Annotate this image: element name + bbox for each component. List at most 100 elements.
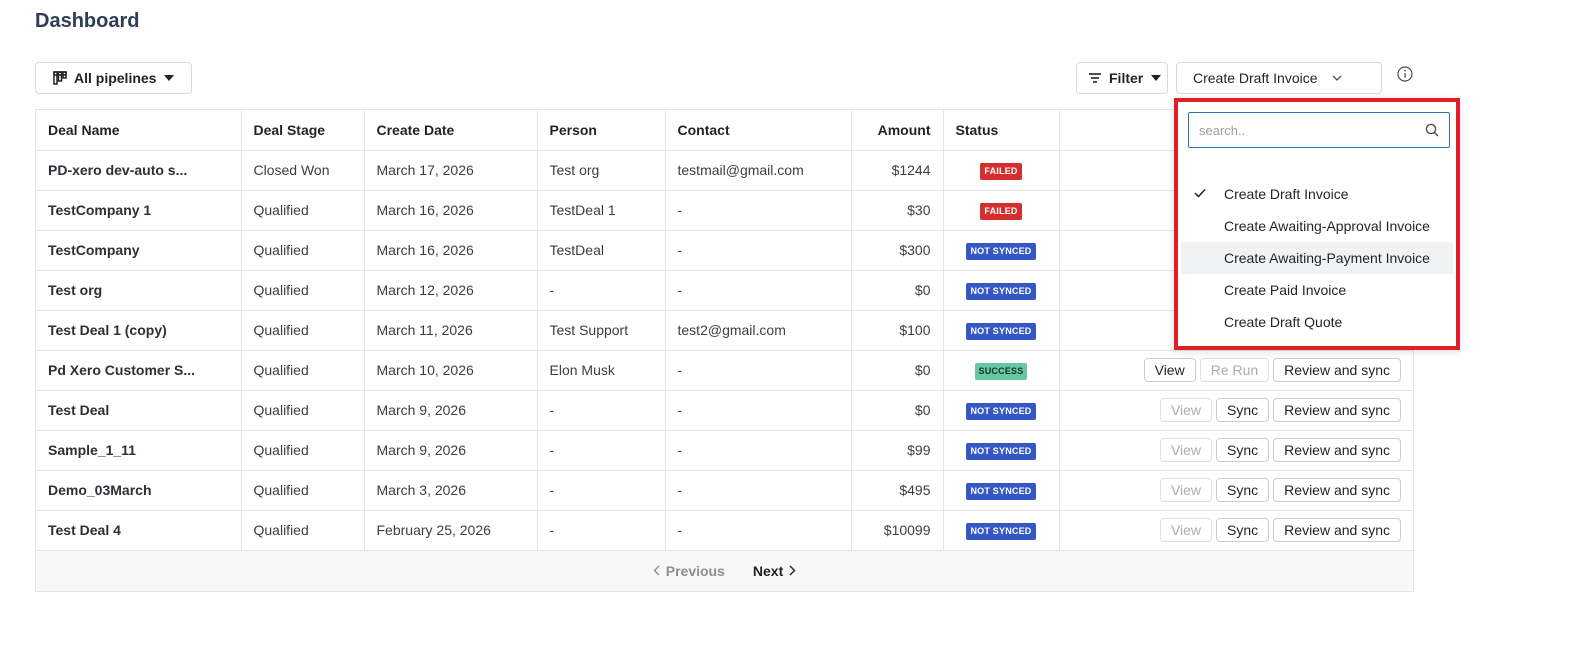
view-button[interactable]: View xyxy=(1159,398,1213,422)
deal-stage-cell: Qualified xyxy=(241,390,365,431)
re-run-button[interactable]: Re Run xyxy=(1199,358,1270,382)
invoice-type-select[interactable]: Create Draft Invoice xyxy=(1176,62,1382,94)
create-date-cell: March 16, 2026 xyxy=(364,230,538,271)
filter-button[interactable]: Filter xyxy=(1076,62,1168,94)
amount-cell: $30 xyxy=(851,190,944,231)
review-and-sync-button[interactable]: Review and sync xyxy=(1273,398,1401,422)
status-cell: NOT SYNCED xyxy=(943,230,1060,271)
person-cell: - xyxy=(537,510,666,551)
deal-name-cell: Demo_03March xyxy=(36,470,242,511)
person-cell: - xyxy=(537,430,666,471)
invoice-type-dropdown: Create Draft Invoice Create Awaiting-Appr… xyxy=(1174,98,1460,350)
status-cell: FAILED xyxy=(943,150,1060,191)
status-badge: NOT SYNCED xyxy=(966,282,1036,300)
deal-stage-cell: Qualified xyxy=(241,190,365,231)
status-badge: NOT SYNCED xyxy=(966,482,1036,500)
actions-cell: View Re Run Review and sync xyxy=(1059,350,1413,391)
all-pipelines-button[interactable]: All pipelines xyxy=(35,62,192,94)
deal-stage-cell: Qualified xyxy=(241,270,365,311)
create-date-cell: March 3, 2026 xyxy=(364,470,538,511)
deal-stage-cell: Qualified xyxy=(241,310,365,351)
previous-label: Previous xyxy=(665,562,725,579)
pagination: Previous Next xyxy=(36,550,1413,591)
amount-cell: $0 xyxy=(851,390,944,431)
person-cell: - xyxy=(537,470,666,511)
contact-cell: testmail@gmail.com xyxy=(665,150,852,191)
table-row: Test Deal Qualified March 9, 2026- - $0 NOT S… xyxy=(36,390,1413,431)
deal-stage-cell: Qualified xyxy=(241,470,365,511)
amount-cell: $495 xyxy=(851,470,944,511)
column-header-deal-name[interactable]: Deal Name xyxy=(36,110,242,151)
dropdown-option[interactable]: Create Paid Invoice xyxy=(1181,274,1453,306)
actions-cell: View Sync Review and sync xyxy=(1059,430,1413,471)
actions-cell: View Sync Review and sync xyxy=(1059,510,1413,551)
review-and-sync-button[interactable]: Review and sync xyxy=(1273,518,1401,542)
status-cell: NOT SYNCED xyxy=(943,470,1060,511)
contact-cell: test2@gmail.com xyxy=(665,310,852,351)
dropdown-search xyxy=(1188,112,1450,148)
review-and-sync-button[interactable]: Review and sync xyxy=(1273,358,1401,382)
deal-name-cell: TestCompany xyxy=(36,230,242,271)
dropdown-option[interactable]: Create Draft Quote xyxy=(1181,306,1453,338)
amount-cell: $0 xyxy=(851,270,944,311)
column-header-create-date[interactable]: Create Date xyxy=(364,110,538,151)
dropdown-option[interactable]: Create Awaiting-Approval Invoice xyxy=(1181,210,1453,242)
deal-stage-cell: Qualified xyxy=(241,510,365,551)
table-row: Sample_1_11 Qualified March 9, 2026- - $99 NO… xyxy=(36,430,1413,471)
status-cell: NOT SYNCED xyxy=(943,310,1060,351)
amount-cell: $300 xyxy=(851,230,944,271)
table-row: Test Deal 4 Qualified February 25, 2026- - $… xyxy=(36,510,1413,551)
sync-button[interactable]: Sync xyxy=(1216,518,1270,542)
deal-stage-cell: Qualified xyxy=(241,230,365,271)
status-cell: NOT SYNCED xyxy=(943,510,1060,551)
column-header-amount[interactable]: Amount xyxy=(851,110,944,151)
caret-down-icon xyxy=(164,75,175,81)
actions-cell: View Sync Review and sync xyxy=(1059,390,1413,431)
sync-button[interactable]: Sync xyxy=(1216,478,1270,502)
view-button[interactable]: View xyxy=(1159,518,1213,542)
person-cell: - xyxy=(537,390,666,431)
review-and-sync-button[interactable]: Review and sync xyxy=(1273,478,1401,502)
view-button[interactable]: View xyxy=(1143,358,1196,382)
chevron-right-icon xyxy=(789,565,796,576)
create-date-cell: March 16, 2026 xyxy=(364,190,538,231)
table-row: Demo_03March Qualified March 3, 2026- - $495… xyxy=(36,470,1413,511)
sync-button[interactable]: Sync xyxy=(1216,398,1270,422)
contact-cell: - xyxy=(665,190,852,231)
review-and-sync-button[interactable]: Review and sync xyxy=(1273,438,1401,462)
pipeline-icon xyxy=(53,71,67,85)
dropdown-option-label: Create Awaiting-Approval Invoice xyxy=(1224,218,1430,234)
create-date-cell: March 10, 2026 xyxy=(364,350,538,391)
view-button[interactable]: View xyxy=(1159,438,1213,462)
deal-stage-cell: Qualified xyxy=(241,350,365,391)
contact-cell: - xyxy=(665,350,852,391)
amount-cell: $10099 xyxy=(851,510,944,551)
status-badge: SUCCESS xyxy=(974,362,1028,380)
view-button[interactable]: View xyxy=(1159,478,1213,502)
dropdown-option-label: Create Draft Quote xyxy=(1224,314,1343,330)
contact-cell: - xyxy=(665,510,852,551)
column-header-person[interactable]: Person xyxy=(537,110,666,151)
column-header-contact[interactable]: Contact xyxy=(665,110,852,151)
chevron-down-icon xyxy=(1332,75,1341,81)
dropdown-option-label: Create Awaiting-Payment Invoice xyxy=(1224,250,1430,266)
deal-name-cell: Test Deal xyxy=(36,390,242,431)
caret-down-icon xyxy=(1151,75,1162,81)
deal-name-cell: Sample_1_11 xyxy=(36,430,242,471)
deal-name-cell: Test Deal 1 (copy) xyxy=(36,310,242,351)
dropdown-option[interactable]: Create Draft Invoice xyxy=(1181,178,1453,210)
invoice-type-value: Create Draft Invoice xyxy=(1193,70,1318,86)
page-title: Dashboard xyxy=(35,10,140,32)
column-header-deal-stage[interactable]: Deal Stage xyxy=(241,110,365,151)
dropdown-options: Create Draft Invoice Create Awaiting-Appr… xyxy=(1181,178,1453,338)
previous-button[interactable]: Previous xyxy=(653,563,725,579)
dropdown-search-input[interactable] xyxy=(1199,122,1425,138)
column-header-status[interactable]: Status xyxy=(943,110,1060,151)
filter-label: Filter xyxy=(1109,70,1144,86)
dropdown-option-label: Create Draft Invoice xyxy=(1224,186,1349,202)
dropdown-option[interactable]: Create Awaiting-Payment Invoice xyxy=(1181,242,1453,274)
next-button[interactable]: Next xyxy=(753,563,796,579)
sync-button[interactable]: Sync xyxy=(1216,438,1270,462)
amount-cell: $1244 xyxy=(851,150,944,191)
info-icon[interactable] xyxy=(1397,66,1413,82)
